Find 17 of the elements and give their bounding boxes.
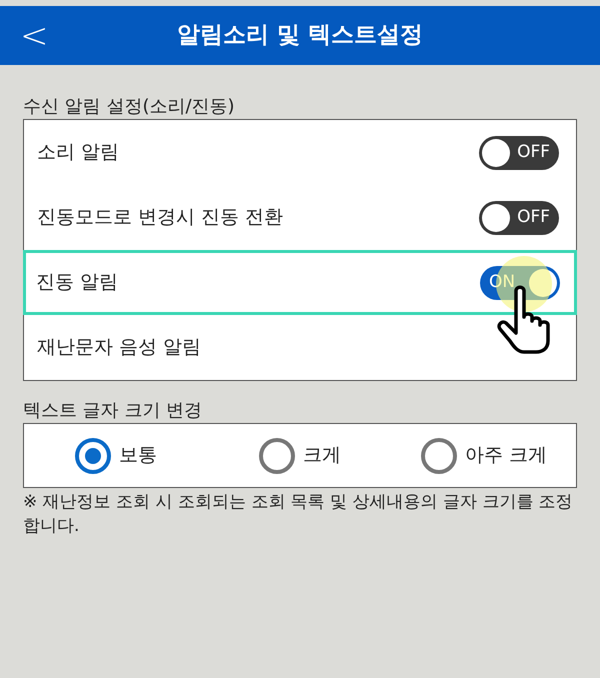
settings-row[interactable]: 소리 알림 OFF (24, 120, 576, 185)
section-label: 수신 알림 설정(소리/진동) (23, 95, 236, 119)
back-button[interactable]: < (20, 18, 48, 52)
radio-option[interactable]: 보통 (24, 438, 208, 474)
screen-title: 알림소리 및 텍스트설정 (176, 21, 423, 50)
radio-option[interactable]: 아주 크게 (392, 438, 576, 474)
toggle-switch[interactable]: OFF (479, 200, 559, 234)
note-text: ※ 재난정보 조회 시 조회되는 조회 목록 및 상세내용의 글자 크기를 조정합니다. (23, 491, 574, 538)
row-label: 소리 알림 (37, 140, 120, 166)
toggle-switch[interactable]: OFF (479, 136, 559, 170)
row-label: 진동 알림 (36, 270, 118, 296)
radio-option[interactable]: 크게 (208, 438, 392, 474)
row-label: 진동모드로 변경시 진동 전환 (37, 205, 284, 230)
row-label: 재난문자 음성 알림 (37, 335, 202, 360)
settings-row[interactable]: 진동모드로 변경시 진동 전환 OFF (24, 185, 576, 250)
settings-row[interactable]: 재난문자 음성 알림 (24, 315, 576, 380)
section-label: 텍스트 글자 크기 변경 (23, 399, 204, 423)
